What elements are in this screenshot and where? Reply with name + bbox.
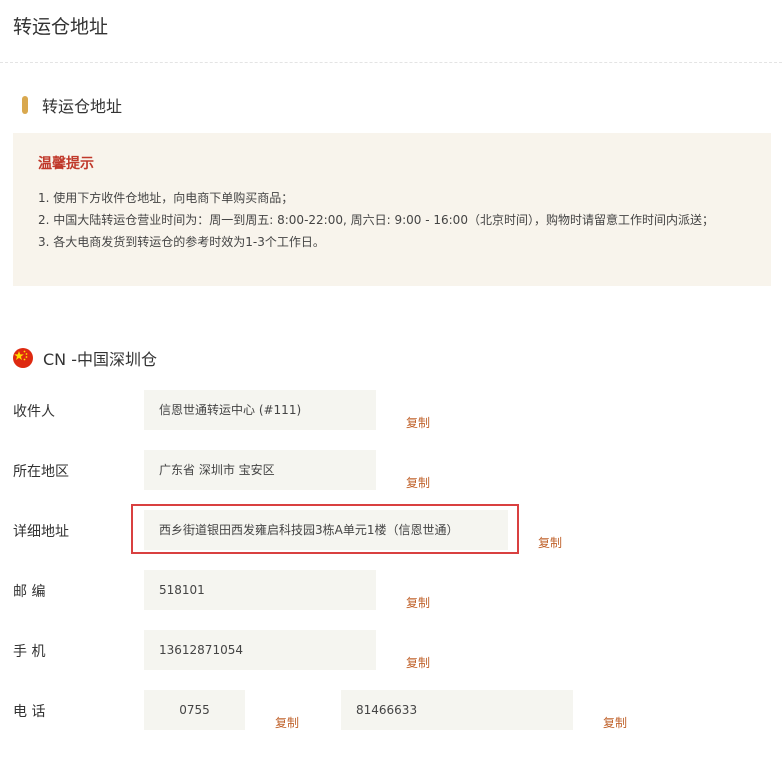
copy-area-code-button[interactable]: 复制 xyxy=(275,714,299,731)
copy-region-button[interactable]: 复制 xyxy=(406,474,430,491)
china-flag-icon xyxy=(13,348,33,368)
title-divider xyxy=(0,62,782,63)
mobile-field: 13612871054 xyxy=(144,630,376,670)
warehouse-title: CN -中国深圳仓 xyxy=(43,350,158,369)
recipient-label: 收件人 xyxy=(13,404,55,420)
copy-recipient-button[interactable]: 复制 xyxy=(406,414,430,431)
recipient-field: 信恩世通转运中心 (#111) xyxy=(144,390,376,430)
warehouse-header: CN -中国深圳仓 xyxy=(13,347,157,369)
mobile-label: 手 机 xyxy=(13,644,46,660)
copy-mobile-button[interactable]: 复制 xyxy=(406,654,430,671)
phone-label: 电 话 xyxy=(13,704,46,720)
phone-number-field: 81466633 xyxy=(341,690,573,730)
notice-lines: 1. 使用下方收件仓地址，向电商下单购买商品； 2. 中国大陆转运仓营业时间为：… xyxy=(38,187,714,253)
notice-panel: 温馨提示 1. 使用下方收件仓地址，向电商下单购买商品； 2. 中国大陆转运仓营… xyxy=(13,133,771,286)
region-field: 广东省 深圳市 宝安区 xyxy=(144,450,376,490)
copy-phone-button[interactable]: 复制 xyxy=(603,714,627,731)
region-label: 所在地区 xyxy=(13,464,69,480)
notice-title: 温馨提示 xyxy=(38,156,94,172)
page-title: 转运仓地址 xyxy=(13,16,109,38)
notice-line: 3. 各大电商发货到转运仓的参考时效为1-3个工作日。 xyxy=(38,235,325,249)
address-highlight-box xyxy=(131,504,519,554)
notice-line: 1. 使用下方收件仓地址，向电商下单购买商品； xyxy=(38,191,294,205)
postcode-label: 邮 编 xyxy=(13,584,46,600)
postcode-field: 518101 xyxy=(144,570,376,610)
notice-line: 2. 中国大陆转运仓营业时间为：周一到周五: 8:00-22:00, 周六日: … xyxy=(38,213,714,227)
address-label: 详细地址 xyxy=(13,524,69,540)
copy-address-button[interactable]: 复制 xyxy=(538,534,562,551)
section-title: 转运仓地址 xyxy=(42,97,123,116)
copy-postcode-button[interactable]: 复制 xyxy=(406,594,430,611)
section-header: 转运仓地址 xyxy=(22,93,122,117)
phone-area-code-field: 0755 xyxy=(144,690,245,730)
section-accent-bar xyxy=(22,96,28,114)
